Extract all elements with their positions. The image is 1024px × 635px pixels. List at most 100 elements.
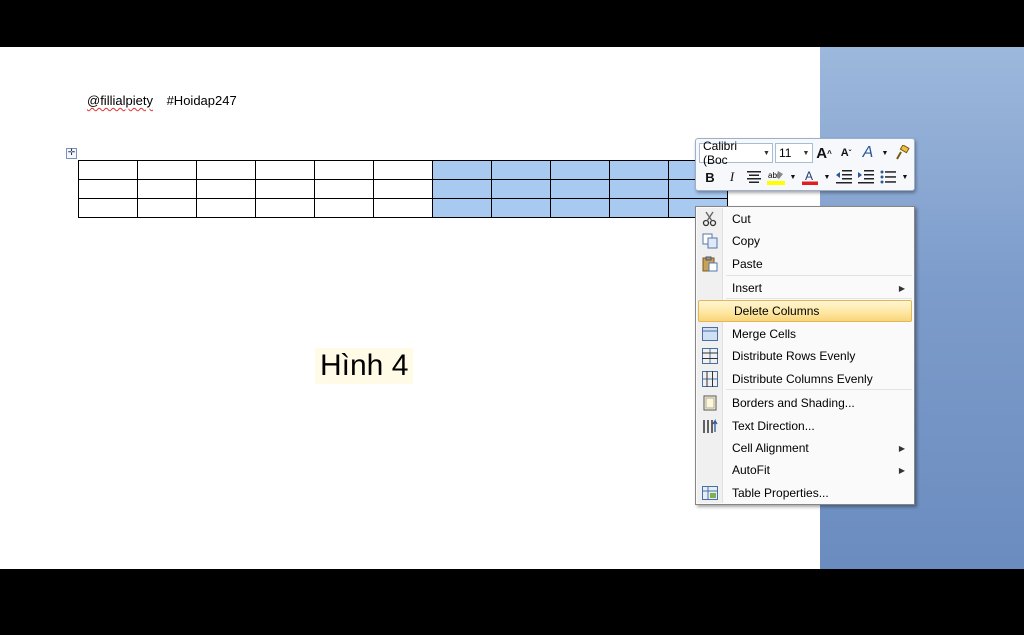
blank-icon — [697, 459, 723, 481]
highlight-button[interactable]: ab — [765, 167, 787, 187]
table-row — [78, 198, 728, 218]
table-cell[interactable] — [314, 179, 374, 199]
font-size-value: 11 — [779, 146, 792, 160]
table-cell[interactable] — [373, 160, 433, 180]
table-properties-icon — [697, 482, 723, 504]
menu-item-label: Borders and Shading... — [732, 396, 855, 410]
table-cell[interactable] — [137, 179, 197, 199]
italic-button[interactable]: I — [721, 167, 743, 187]
menu-item-label: Insert — [732, 281, 763, 295]
letterbox-top — [0, 0, 1024, 47]
table-cell-selected[interactable] — [432, 160, 492, 180]
scissors-icon — [697, 208, 723, 230]
font-name-value: Calibri (Boc — [703, 139, 738, 167]
chevron-down-icon[interactable]: ▼ — [879, 143, 891, 163]
table-cell-selected[interactable] — [491, 198, 551, 218]
bold-button[interactable]: B — [699, 167, 721, 187]
font-color-button[interactable]: A — [799, 167, 821, 187]
decrease-indent-button[interactable] — [833, 167, 855, 187]
mini-toolbar: Calibri (Boc ▼ 11 ▼ A ^ Aˇ A ▼ B I ab ▼ … — [695, 138, 915, 191]
font-size-combo[interactable]: 11 ▼ — [775, 143, 813, 163]
center-align-icon — [747, 171, 761, 183]
menu-item-paste[interactable]: Paste — [697, 253, 913, 275]
bold-icon: B — [705, 169, 715, 185]
format-painter-button[interactable] — [891, 143, 913, 163]
menu-item-insert[interactable]: Insert ▶ — [697, 277, 913, 299]
menu-item-copy[interactable]: Copy — [697, 230, 913, 252]
blank-icon — [697, 437, 723, 459]
submenu-arrow-icon: ▶ — [898, 283, 905, 293]
table-cell[interactable] — [196, 198, 256, 218]
shrink-font-button[interactable]: Aˇ — [835, 143, 857, 163]
table-cell[interactable] — [137, 198, 197, 218]
copy-icon — [697, 230, 723, 252]
grow-font-button[interactable]: A ^ — [813, 143, 835, 163]
menu-item-autofit[interactable]: AutoFit ▶ — [697, 459, 913, 481]
increase-indent-button[interactable] — [855, 167, 877, 187]
table-cell-selected[interactable] — [491, 160, 551, 180]
blank-icon — [699, 300, 725, 322]
menu-item-borders-and-shading[interactable]: Borders and Shading... — [697, 392, 913, 414]
chevron-down-icon[interactable]: ▼ — [821, 167, 833, 187]
menu-item-cell-alignment[interactable]: Cell Alignment ▶ — [697, 437, 913, 459]
menu-item-label: Cut — [732, 212, 751, 226]
font-name-combo[interactable]: Calibri (Boc ▼ — [699, 139, 773, 167]
menu-item-table-properties[interactable]: Table Properties... — [697, 482, 913, 504]
chevron-down-icon[interactable]: ▼ — [899, 167, 911, 187]
menu-item-label: Cell Alignment — [732, 441, 809, 455]
menu-item-label: Paste — [732, 257, 763, 271]
chevron-down-icon[interactable]: ▼ — [787, 167, 799, 187]
table-cell[interactable] — [78, 179, 138, 199]
table-move-handle-icon[interactable]: ✛ — [66, 148, 77, 159]
menu-item-label: Delete Columns — [734, 304, 820, 318]
menu-item-text-direction[interactable]: Text Direction... — [697, 415, 913, 437]
table-cell[interactable] — [78, 160, 138, 180]
menu-item-delete-columns[interactable]: Delete Columns — [698, 300, 912, 322]
table-cell-selected[interactable] — [609, 160, 669, 180]
table-cell[interactable] — [78, 198, 138, 218]
table-cell-selected[interactable] — [432, 198, 492, 218]
table-cell[interactable] — [314, 198, 374, 218]
table-cell-selected[interactable] — [609, 179, 669, 199]
font-color-icon: A — [802, 169, 818, 185]
chevron-down-icon[interactable]: ▼ — [800, 150, 812, 157]
table-cell[interactable] — [373, 198, 433, 218]
table-cell[interactable] — [255, 160, 315, 180]
table-cell[interactable] — [373, 179, 433, 199]
table-cell[interactable] — [255, 198, 315, 218]
table-cell[interactable] — [137, 160, 197, 180]
decrease-indent-icon — [836, 170, 852, 184]
table-cell-selected[interactable] — [550, 179, 610, 199]
menu-item-label: Distribute Rows Evenly — [732, 349, 856, 363]
menu-item-distribute-rows-evenly[interactable]: Distribute Rows Evenly — [697, 345, 913, 367]
menu-item-label: Table Properties... — [732, 486, 829, 500]
menu-item-cut[interactable]: Cut — [697, 208, 913, 230]
distribute-rows-icon — [697, 345, 723, 367]
table-cell-selected[interactable] — [609, 198, 669, 218]
center-align-button[interactable] — [743, 167, 765, 187]
menu-item-label: Merge Cells — [732, 327, 797, 341]
table-cell[interactable] — [196, 179, 256, 199]
table-cell-selected[interactable] — [491, 179, 551, 199]
word-table[interactable] — [78, 160, 728, 218]
page-header-text: @fillialpiety #Hoidap247 — [87, 93, 237, 108]
menu-item-distribute-columns-evenly[interactable]: Distribute Columns Evenly — [697, 368, 913, 390]
table-cell[interactable] — [314, 160, 374, 180]
table-cell-selected[interactable] — [550, 160, 610, 180]
table-cell-selected[interactable] — [550, 198, 610, 218]
shrink-font-icon: A — [840, 147, 849, 159]
context-menu: Cut Copy Paste Insert ▶ Delete Columns Merge C… — [695, 206, 915, 505]
bullets-button[interactable] — [877, 167, 899, 187]
menu-item-label: Copy — [732, 234, 761, 248]
svg-text:ab: ab — [768, 171, 777, 180]
table-cell[interactable] — [255, 179, 315, 199]
menu-item-label: AutoFit — [732, 463, 771, 477]
styles-button[interactable]: A — [857, 143, 879, 163]
menu-item-merge-cells[interactable]: Merge Cells — [697, 323, 913, 345]
chevron-down-icon[interactable]: ▼ — [761, 150, 772, 157]
table-cell-selected[interactable] — [432, 179, 492, 199]
menu-separator — [726, 298, 912, 299]
format-painter-icon — [896, 145, 910, 160]
borders-shading-icon — [697, 392, 723, 414]
table-cell[interactable] — [196, 160, 256, 180]
